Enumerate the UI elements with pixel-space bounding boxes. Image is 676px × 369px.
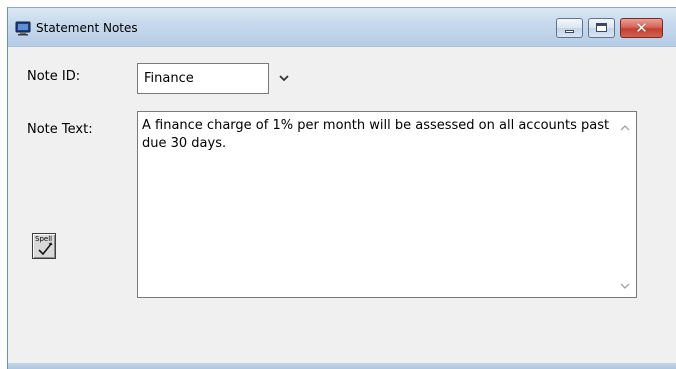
note-text-area[interactable]: A finance charge of 1% per month will be… bbox=[137, 111, 637, 298]
scroll-down-icon[interactable] bbox=[619, 281, 631, 291]
app-monitor-icon[interactable] bbox=[15, 20, 31, 36]
scroll-up-icon[interactable] bbox=[619, 123, 631, 133]
minimize-button[interactable] bbox=[556, 18, 583, 38]
spell-check-icon bbox=[38, 242, 53, 256]
minimize-icon bbox=[565, 30, 574, 33]
note-id-label: Note ID: bbox=[27, 69, 81, 84]
close-button[interactable]: ✕ bbox=[620, 18, 663, 38]
close-icon: ✕ bbox=[635, 19, 648, 37]
window-title: Statement Notes bbox=[36, 21, 138, 35]
note-text-content: A finance charge of 1% per month will be… bbox=[142, 118, 614, 151]
statement-notes-window: Statement Notes ✕ Note ID: Finance Note … bbox=[7, 7, 676, 369]
maximize-button[interactable] bbox=[588, 18, 615, 38]
window-bottom-border bbox=[8, 363, 676, 369]
note-id-field[interactable]: Finance bbox=[137, 63, 269, 94]
note-text-label: Note Text: bbox=[27, 122, 93, 137]
maximize-icon bbox=[596, 23, 607, 32]
chevron-down-icon[interactable] bbox=[276, 70, 292, 86]
title-bar[interactable]: Statement Notes ✕ bbox=[8, 8, 676, 47]
spell-check-button[interactable]: Spell bbox=[32, 233, 56, 259]
